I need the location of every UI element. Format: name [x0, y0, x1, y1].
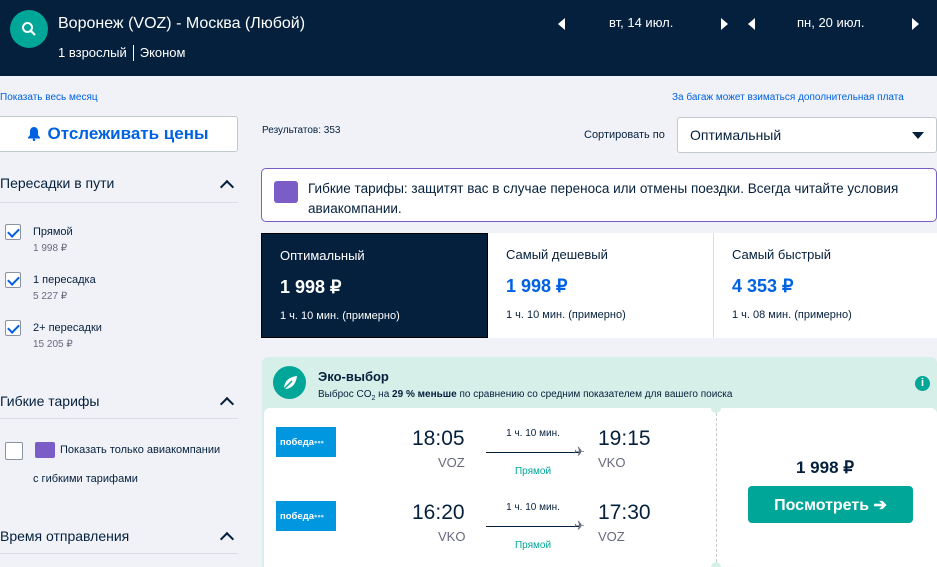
eco-co2-prefix: Выброс CO [318, 389, 372, 400]
leg1-arrival-time: 19:15 [598, 427, 651, 450]
tab-fastest[interactable]: Самый быстрый 4 353 ₽ 1 ч. 08 мин. (прим… [714, 233, 937, 338]
airline-logo: победа••• [276, 501, 336, 531]
depart-date[interactable]: вт, 14 июл. [609, 15, 673, 30]
cabin-class: Эконом [139, 45, 186, 60]
card-divider [716, 408, 717, 567]
airline-name: победа [280, 437, 315, 448]
caret-down-icon [912, 132, 924, 139]
stops-direct-price: 1 998 ₽ [33, 243, 68, 254]
prev-depart-date-arrow[interactable] [558, 18, 565, 30]
card-notch [711, 562, 721, 567]
stops-one-checkbox[interactable] [5, 272, 21, 288]
leg2-stops: Прямой [514, 540, 552, 551]
sort-label: Сортировать по [584, 129, 665, 141]
tab-best-name: Оптимальный [280, 248, 365, 263]
flex-fares-banner: Гибкие тарифы: защитят вас в случае пере… [261, 168, 937, 222]
flight-price: 1 998 ₽ [796, 458, 855, 477]
info-icon[interactable]: i [915, 376, 930, 391]
stops-two-plus-label: 2+ пересадки [33, 322, 102, 334]
leg1-departure-airport: VOZ [438, 455, 465, 470]
leg2-departure-airport: VKO [438, 529, 466, 544]
leg2-route-line [486, 526, 580, 527]
leg2-arrival-airport: VOZ [598, 529, 625, 544]
baggage-fee-link[interactable]: За багаж может взиматься дополнительная … [672, 92, 904, 103]
plane-icon: ✈ [574, 444, 585, 459]
divider [0, 418, 238, 419]
flex-only-checkbox[interactable] [5, 442, 23, 460]
flight-result-card[interactable]: победа••• 18:05 VOZ 1 ч. 10 мин. ✈ Прямо… [264, 403, 937, 567]
leg2-duration: 1 ч. 10 мин. [506, 502, 560, 513]
stops-two-plus-price: 15 205 ₽ [33, 339, 73, 350]
leg1-duration: 1 ч. 10 мин. [506, 428, 560, 439]
stops-one-label: 1 пересадка [33, 274, 96, 286]
track-prices-label: Отслеживать цены [47, 124, 209, 143]
sort-select-value: Оптимальный [690, 127, 782, 143]
tab-cheapest-duration: 1 ч. 10 мин. (примерно) [506, 309, 626, 321]
leg1-route-line [486, 452, 580, 453]
eco-suffix: по сравнению со средним показателем для … [456, 389, 733, 400]
divider [0, 202, 238, 203]
eco-mid: на [375, 389, 393, 400]
route-summary[interactable]: Воронеж (VOZ) - Москва (Любой) [58, 15, 305, 33]
leg1-departure-time: 18:05 [412, 427, 465, 450]
prev-return-date-arrow[interactable] [748, 18, 755, 30]
stops-two-plus-checkbox[interactable] [5, 320, 21, 336]
chevron-up-icon[interactable] [219, 396, 235, 412]
flex-filter-title[interactable]: Гибкие тарифы [0, 393, 99, 409]
eco-subtitle: Выброс CO2 на 29 % меньше по сравнению с… [318, 389, 732, 402]
search-button[interactable] [10, 10, 48, 48]
track-prices-button[interactable]: Отслеживать цены [0, 116, 238, 152]
eco-percent: 29 % меньше [392, 389, 457, 400]
tab-fastest-name: Самый быстрый [732, 247, 831, 262]
leaf-icon [273, 366, 306, 399]
airline-logo: победа••• [276, 427, 336, 457]
flex-fares-text: Гибкие тарифы: защитят вас в случае пере… [308, 181, 899, 216]
tab-cheapest-name: Самый дешевый [506, 247, 608, 262]
passenger-summary[interactable]: 1 взрослый Эконом [58, 45, 185, 61]
leg2-departure-time: 16:20 [412, 501, 465, 524]
card-notch [711, 403, 721, 413]
tab-cheapest[interactable]: Самый дешевый 1 998 ₽ 1 ч. 10 мин. (прим… [488, 233, 714, 338]
passengers-count: 1 взрослый [58, 45, 127, 60]
tab-best[interactable]: Оптимальный 1 998 ₽ 1 ч. 10 мин. (пример… [261, 233, 488, 338]
tab-fastest-duration: 1 ч. 08 мин. (примерно) [732, 309, 852, 321]
leg1-stops: Прямой [514, 466, 552, 477]
sort-tabs: Оптимальный 1 998 ₽ 1 ч. 10 мин. (пример… [261, 233, 937, 338]
airline-name: победа [280, 511, 315, 522]
stops-one-price: 5 227 ₽ [33, 291, 68, 302]
flex-only-label-line1: Показать только авиакомпании [60, 444, 221, 456]
show-whole-month-link[interactable]: Показать весь месяц [0, 92, 98, 103]
stops-filter-title[interactable]: Пересадки в пути [0, 175, 114, 191]
sort-select[interactable]: Оптимальный [677, 117, 937, 153]
leg1-arrival-airport: VKO [598, 455, 626, 470]
tab-best-price: 1 998 ₽ [280, 277, 342, 297]
view-deal-button[interactable]: Посмотреть ➔ [748, 486, 913, 523]
chevron-up-icon[interactable] [219, 179, 235, 195]
tab-best-duration: 1 ч. 10 мин. (примерно) [280, 310, 400, 322]
divider [0, 553, 238, 554]
next-depart-date-arrow[interactable] [721, 18, 728, 30]
results-count: Результатов: 353 [262, 125, 341, 136]
flex-ticket-icon [274, 181, 298, 203]
stops-direct-label: Прямой [33, 226, 73, 238]
search-header: Воронеж (VOZ) - Москва (Любой) 1 взрослы… [0, 0, 937, 76]
tab-fastest-price: 4 353 ₽ [732, 276, 794, 296]
flex-only-label-line2: с гибкими тарифами [33, 473, 138, 485]
eco-title: Эко-выбор [318, 369, 389, 384]
flex-ticket-icon [35, 442, 55, 458]
stops-direct-checkbox[interactable] [5, 224, 21, 240]
return-date[interactable]: пн, 20 июл. [797, 15, 864, 30]
leg2-arrival-time: 17:30 [598, 501, 651, 524]
plane-icon: ✈ [574, 518, 585, 533]
chevron-up-icon[interactable] [219, 531, 235, 547]
next-return-date-arrow[interactable] [912, 18, 919, 30]
departure-time-title[interactable]: Время отправления [0, 528, 129, 544]
search-icon [22, 22, 36, 36]
separator [132, 45, 134, 61]
tab-cheapest-price: 1 998 ₽ [506, 276, 568, 296]
bell-icon [27, 127, 40, 141]
